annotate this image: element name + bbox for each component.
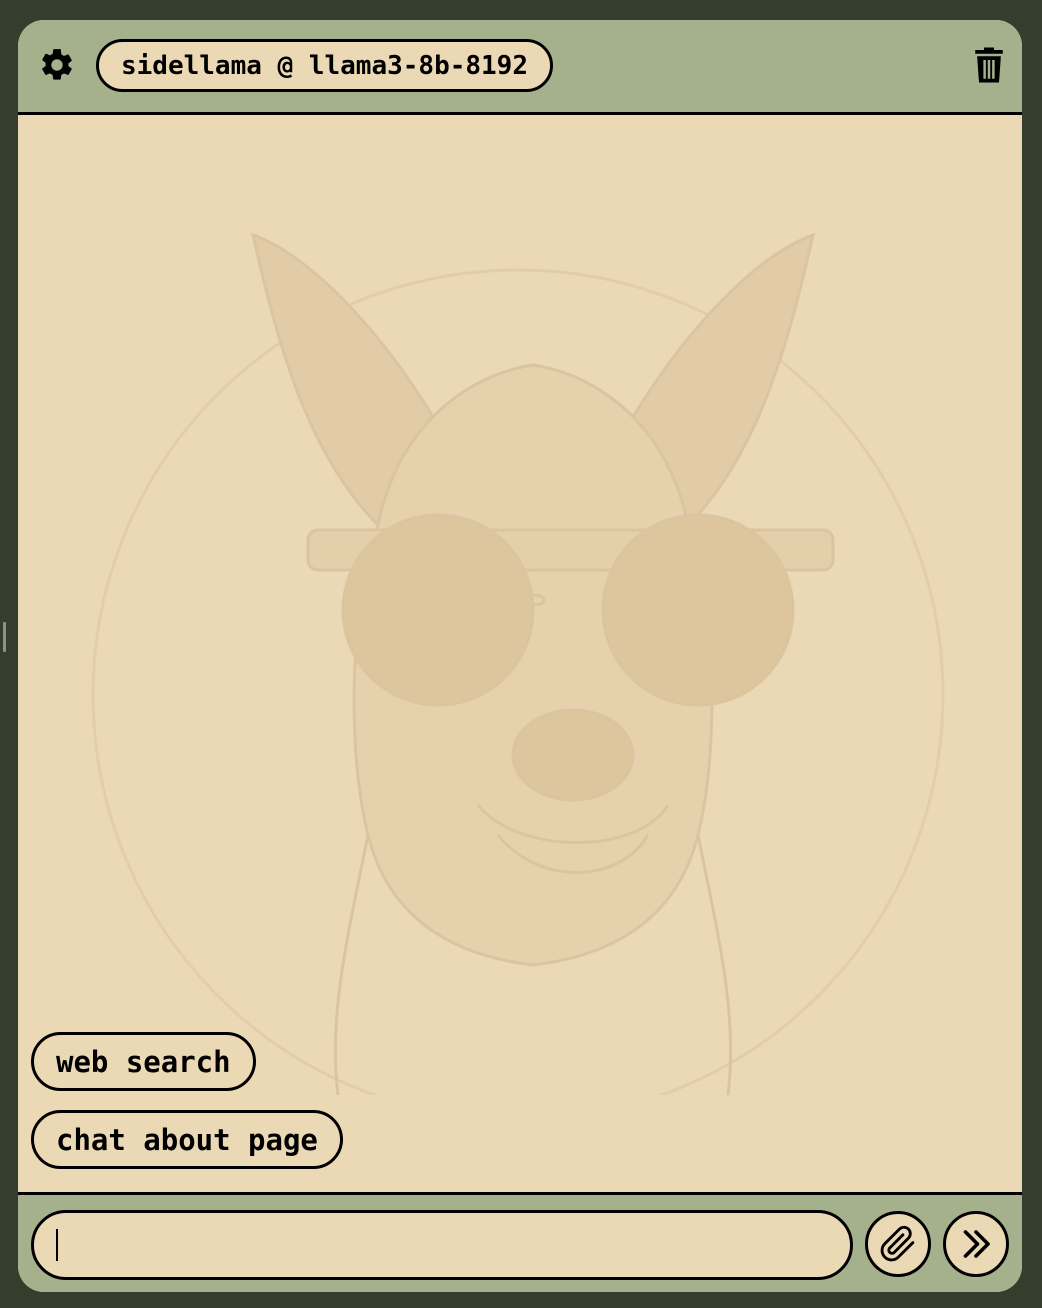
chat-area: web search chat about page xyxy=(18,115,1022,1192)
llama-illustration xyxy=(91,232,945,1095)
message-input[interactable] xyxy=(54,1230,850,1260)
header-bar: sidellama @ llama3-8b-8192 xyxy=(18,20,1022,115)
suggestion-label: web search xyxy=(56,1044,231,1079)
model-label: sidellama @ llama3-8b-8192 xyxy=(121,50,528,81)
trash-icon xyxy=(975,47,1003,83)
suggestion-label: chat about page xyxy=(56,1122,318,1157)
attach-button[interactable] xyxy=(865,1211,931,1277)
composer-bar xyxy=(18,1192,1022,1292)
clear-chat-button[interactable] xyxy=(972,46,1006,84)
sidellama-panel: sidellama @ llama3-8b-8192 web search ch… xyxy=(18,20,1022,1292)
model-selector-button[interactable]: sidellama @ llama3-8b-8192 xyxy=(96,39,553,92)
suggestion-chat-about-page[interactable]: chat about page xyxy=(31,1110,343,1169)
message-input-wrapper[interactable] xyxy=(31,1210,853,1280)
settings-button[interactable] xyxy=(38,46,76,84)
gear-icon xyxy=(42,49,72,80)
text-caret xyxy=(56,1229,58,1261)
resize-handle[interactable] xyxy=(3,622,6,652)
paperclip-icon xyxy=(880,1225,915,1262)
double-chevron-right-icon xyxy=(963,1230,990,1258)
suggestion-web-search[interactable]: web search xyxy=(31,1032,256,1091)
send-button[interactable] xyxy=(943,1211,1009,1277)
